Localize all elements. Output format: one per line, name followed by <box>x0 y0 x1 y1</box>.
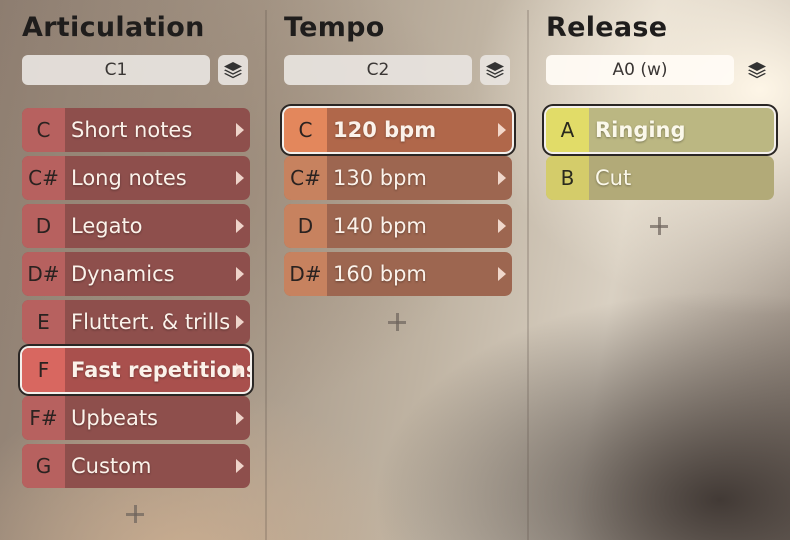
articulation-item-long-notes[interactable]: C# Long notes <box>22 156 250 200</box>
release-item-cut[interactable]: B Cut <box>546 156 774 200</box>
tempo-item-140-bpm[interactable]: D 140 bpm <box>284 204 512 248</box>
layers-icon <box>486 62 504 79</box>
item-key: C# <box>22 156 65 200</box>
layers-icon <box>748 62 766 79</box>
item-label: Cut <box>595 166 632 190</box>
item-label: 130 bpm <box>333 166 427 190</box>
tempo-item-120-bpm[interactable]: C 120 bpm <box>284 108 512 152</box>
item-key: G <box>22 444 65 488</box>
column-divider <box>527 10 529 540</box>
articulation-column: Articulation C1 C Short notes C# Long no… <box>22 0 250 540</box>
tempo-add-button[interactable] <box>384 309 410 335</box>
item-label: Fluttert. & trills <box>71 310 231 334</box>
item-label: 160 bpm <box>333 262 427 286</box>
tempo-item-160-bpm[interactable]: D# 160 bpm <box>284 252 512 296</box>
release-title: Release <box>546 12 668 43</box>
item-label: Ringing <box>595 118 686 142</box>
tempo-title: Tempo <box>284 12 385 43</box>
item-key: A <box>546 108 589 152</box>
item-label: Short notes <box>71 118 193 142</box>
item-label: 120 bpm <box>333 118 437 142</box>
tempo-column: Tempo C2 C 120 bpm C# 130 bpm D 140 bpm <box>284 0 512 540</box>
chevron-right-icon[interactable] <box>498 123 506 137</box>
item-key: F# <box>22 396 65 440</box>
articulation-item-short-notes[interactable]: C Short notes <box>22 108 250 152</box>
chevron-right-icon[interactable] <box>498 267 506 281</box>
articulation-add-button[interactable] <box>122 501 148 527</box>
item-key: C# <box>284 156 327 200</box>
layers-icon <box>224 62 242 79</box>
release-key-selector[interactable]: A0 (w) <box>546 55 734 85</box>
item-key: F <box>22 348 65 392</box>
item-key: C <box>22 108 65 152</box>
chevron-right-icon[interactable] <box>236 411 244 425</box>
chevron-right-icon[interactable] <box>236 459 244 473</box>
release-add-button[interactable] <box>646 213 672 239</box>
item-label: Custom <box>71 454 152 478</box>
release-layers-button[interactable] <box>742 55 772 85</box>
item-label: Fast repetitions <box>71 358 250 382</box>
chevron-right-icon[interactable] <box>498 219 506 233</box>
tempo-key-selector[interactable]: C2 <box>284 55 472 85</box>
release-column: Release A0 (w) A Ringing B Cut <box>546 0 774 540</box>
chevron-right-icon[interactable] <box>236 171 244 185</box>
item-key: E <box>22 300 65 344</box>
chevron-right-icon[interactable] <box>236 363 244 377</box>
item-key: D <box>22 204 65 248</box>
tempo-item-130-bpm[interactable]: C# 130 bpm <box>284 156 512 200</box>
articulation-item-upbeats[interactable]: F# Upbeats <box>22 396 250 440</box>
release-item-ringing[interactable]: A Ringing <box>546 108 774 152</box>
articulation-item-legato[interactable]: D Legato <box>22 204 250 248</box>
item-key: D# <box>22 252 65 296</box>
item-label: Legato <box>71 214 143 238</box>
item-label: 140 bpm <box>333 214 427 238</box>
articulation-item-dynamics[interactable]: D# Dynamics <box>22 252 250 296</box>
tempo-layers-button[interactable] <box>480 55 510 85</box>
chevron-right-icon[interactable] <box>236 123 244 137</box>
chevron-right-icon[interactable] <box>498 171 506 185</box>
item-key: C <box>284 108 327 152</box>
column-divider <box>265 10 267 540</box>
articulation-title: Articulation <box>22 12 205 43</box>
articulation-item-fluttert-trills[interactable]: E Fluttert. & trills <box>22 300 250 344</box>
articulation-item-fast-repetitions[interactable]: F Fast repetitions <box>22 348 250 392</box>
item-key: D <box>284 204 327 248</box>
chevron-right-icon[interactable] <box>236 219 244 233</box>
chevron-right-icon[interactable] <box>236 267 244 281</box>
item-label: Dynamics <box>71 262 175 286</box>
item-label: Upbeats <box>71 406 158 430</box>
item-key: B <box>546 156 589 200</box>
item-key: D# <box>284 252 327 296</box>
chevron-right-icon[interactable] <box>236 315 244 329</box>
articulation-item-custom[interactable]: G Custom <box>22 444 250 488</box>
item-label: Long notes <box>71 166 187 190</box>
articulation-layers-button[interactable] <box>218 55 248 85</box>
articulation-key-selector[interactable]: C1 <box>22 55 210 85</box>
